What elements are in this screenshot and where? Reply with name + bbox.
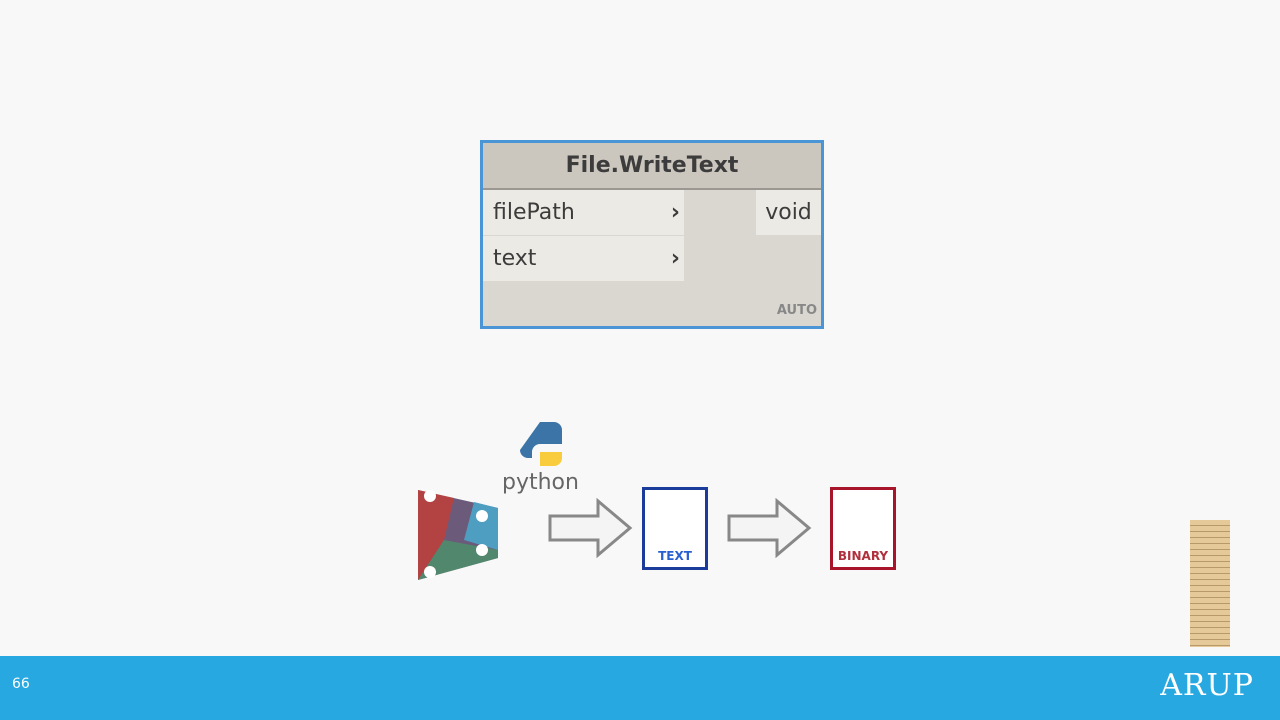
port-label: filePath <box>493 200 575 225</box>
python-logo-icon: python <box>502 418 582 500</box>
input-port-text[interactable]: text › <box>483 236 684 281</box>
arrow-right-icon <box>548 498 633 558</box>
run-mode-label: AUTO <box>776 303 817 318</box>
chevron-right-icon: › <box>670 200 680 225</box>
file-writetext-node[interactable]: File.WriteText filePath › text › void AUTO <box>480 140 824 329</box>
page-number: 66 <box>12 676 30 692</box>
arrow-right-icon <box>727 498 812 558</box>
port-label: text <box>493 246 537 271</box>
binary-file-icon: BINARY <box>830 487 896 570</box>
text-file-label: TEXT <box>658 549 692 563</box>
dynamo-logo-icon <box>418 490 498 580</box>
input-port-filepath[interactable]: filePath › <box>483 190 684 235</box>
python-label: python <box>502 470 579 495</box>
arup-logo: ARUP <box>1160 668 1254 703</box>
node-title: File.WriteText <box>483 143 821 190</box>
output-port-void[interactable]: void <box>756 190 821 235</box>
text-file-icon: TEXT <box>642 487 708 570</box>
binary-file-label: BINARY <box>837 549 889 563</box>
footer-bar: 66 ARUP <box>0 656 1280 720</box>
chevron-right-icon: › <box>670 246 680 271</box>
jenga-tower-icon <box>1190 520 1230 647</box>
